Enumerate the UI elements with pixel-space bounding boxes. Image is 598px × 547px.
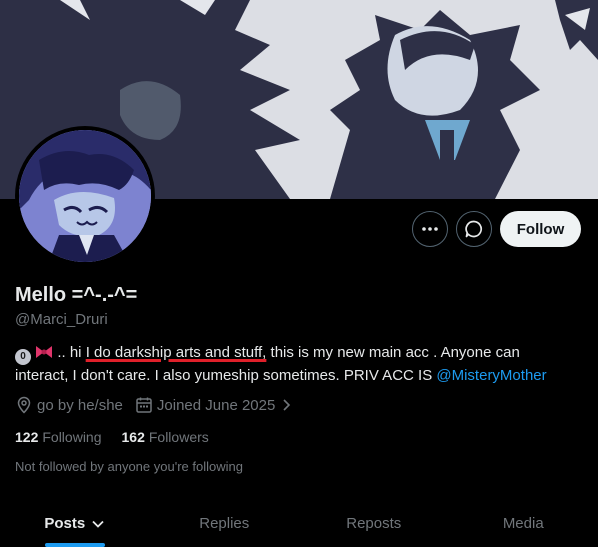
handle: @Marci_Druri <box>15 311 108 328</box>
tab-reposts-label: Reposts <box>346 515 402 532</box>
number-badge-icon: 0 <box>15 349 31 365</box>
following-count: 122 <box>15 429 39 445</box>
message-icon <box>465 220 483 238</box>
tab-media[interactable]: Media <box>449 500 598 547</box>
chevron-right-icon <box>283 399 291 411</box>
bio-mention-link[interactable]: @MisteryMother <box>436 367 546 384</box>
bio: 0 .. hi I do darkship arts and stuff, th… <box>15 342 575 386</box>
avatar-image <box>19 130 151 262</box>
follow-button[interactable]: Follow <box>500 211 581 247</box>
followers-count: 162 <box>121 429 145 445</box>
calendar-icon <box>136 397 152 413</box>
tab-posts-label: Posts <box>44 515 86 532</box>
tab-replies-label: Replies <box>199 515 250 532</box>
following-link[interactable]: 122 Following <box>15 429 102 445</box>
location-text: go by he/she <box>37 396 123 414</box>
location-item: go by he/she <box>15 396 123 414</box>
display-name: Mello =^-.-^= <box>15 284 138 306</box>
not-followed-note: Not followed by anyone you're following <box>15 459 243 474</box>
bow-icon <box>36 346 53 358</box>
tab-posts[interactable]: Posts <box>0 500 150 547</box>
joined-item[interactable]: Joined June 2025 <box>135 396 297 414</box>
follow-stats: 122 Following 162 Followers <box>15 429 229 445</box>
bio-text-underlined: I do darkship arts and stuff, <box>85 344 267 361</box>
following-label: Following <box>42 429 102 445</box>
tab-replies[interactable]: Replies <box>150 500 300 547</box>
location-icon <box>17 396 31 414</box>
joined-text: Joined June 2025 <box>156 396 276 414</box>
bio-text-pre: .. hi <box>53 344 86 361</box>
more-icon <box>422 227 438 231</box>
profile-meta: go by he/she Joined June 2025 <box>15 396 309 414</box>
message-button[interactable] <box>456 211 492 247</box>
more-button[interactable] <box>412 211 448 247</box>
followers-link[interactable]: 162 Followers <box>122 429 209 445</box>
chevron-down-icon <box>92 520 104 528</box>
profile-tabs: Posts Replies Reposts Media <box>0 500 598 547</box>
tab-media-label: Media <box>502 515 544 532</box>
followers-label: Followers <box>148 429 209 445</box>
avatar[interactable] <box>15 126 155 266</box>
tab-reposts[interactable]: Reposts <box>299 500 449 547</box>
